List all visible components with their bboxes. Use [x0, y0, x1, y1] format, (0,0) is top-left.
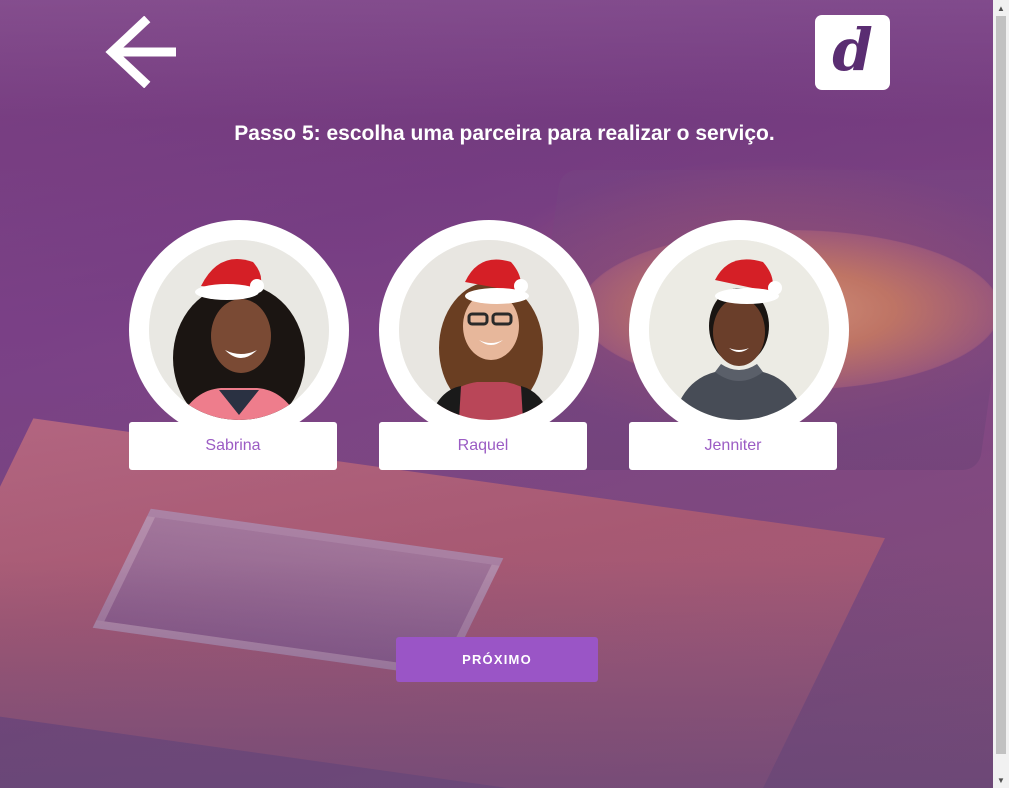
brand-logo[interactable]: d — [815, 15, 890, 90]
partner-name[interactable]: Raquel — [379, 422, 587, 470]
arrow-left-icon — [105, 15, 176, 89]
logo-letter: d — [832, 15, 873, 84]
page: d Passo 5: escolha uma parceira para rea… — [0, 0, 993, 788]
partner-photo — [649, 240, 829, 420]
scroll-down-arrow-icon[interactable]: ▼ — [993, 772, 1009, 788]
partner-card-sabrina[interactable]: Sabrina — [129, 220, 349, 470]
scrollbar[interactable]: ▲ ▼ — [993, 0, 1009, 788]
page-title: Passo 5: escolha uma parceira para reali… — [234, 122, 775, 145]
partner-card-raquel[interactable]: Raquel — [379, 220, 599, 470]
partner-name[interactable]: Jenniter — [629, 422, 837, 470]
scroll-up-arrow-icon[interactable]: ▲ — [993, 0, 1009, 16]
back-button[interactable] — [100, 15, 180, 89]
partner-photo-frame[interactable] — [379, 220, 599, 440]
scrollbar-thumb[interactable] — [996, 16, 1006, 754]
partner-card-jenniter[interactable]: Jenniter — [629, 220, 849, 470]
partner-photo-frame[interactable] — [629, 220, 849, 440]
partner-photo-frame[interactable] — [129, 220, 349, 440]
partner-photo — [149, 240, 329, 420]
partner-name[interactable]: Sabrina — [129, 422, 337, 470]
next-button[interactable]: PRÓXIMO — [396, 637, 598, 682]
partner-photo — [399, 240, 579, 420]
